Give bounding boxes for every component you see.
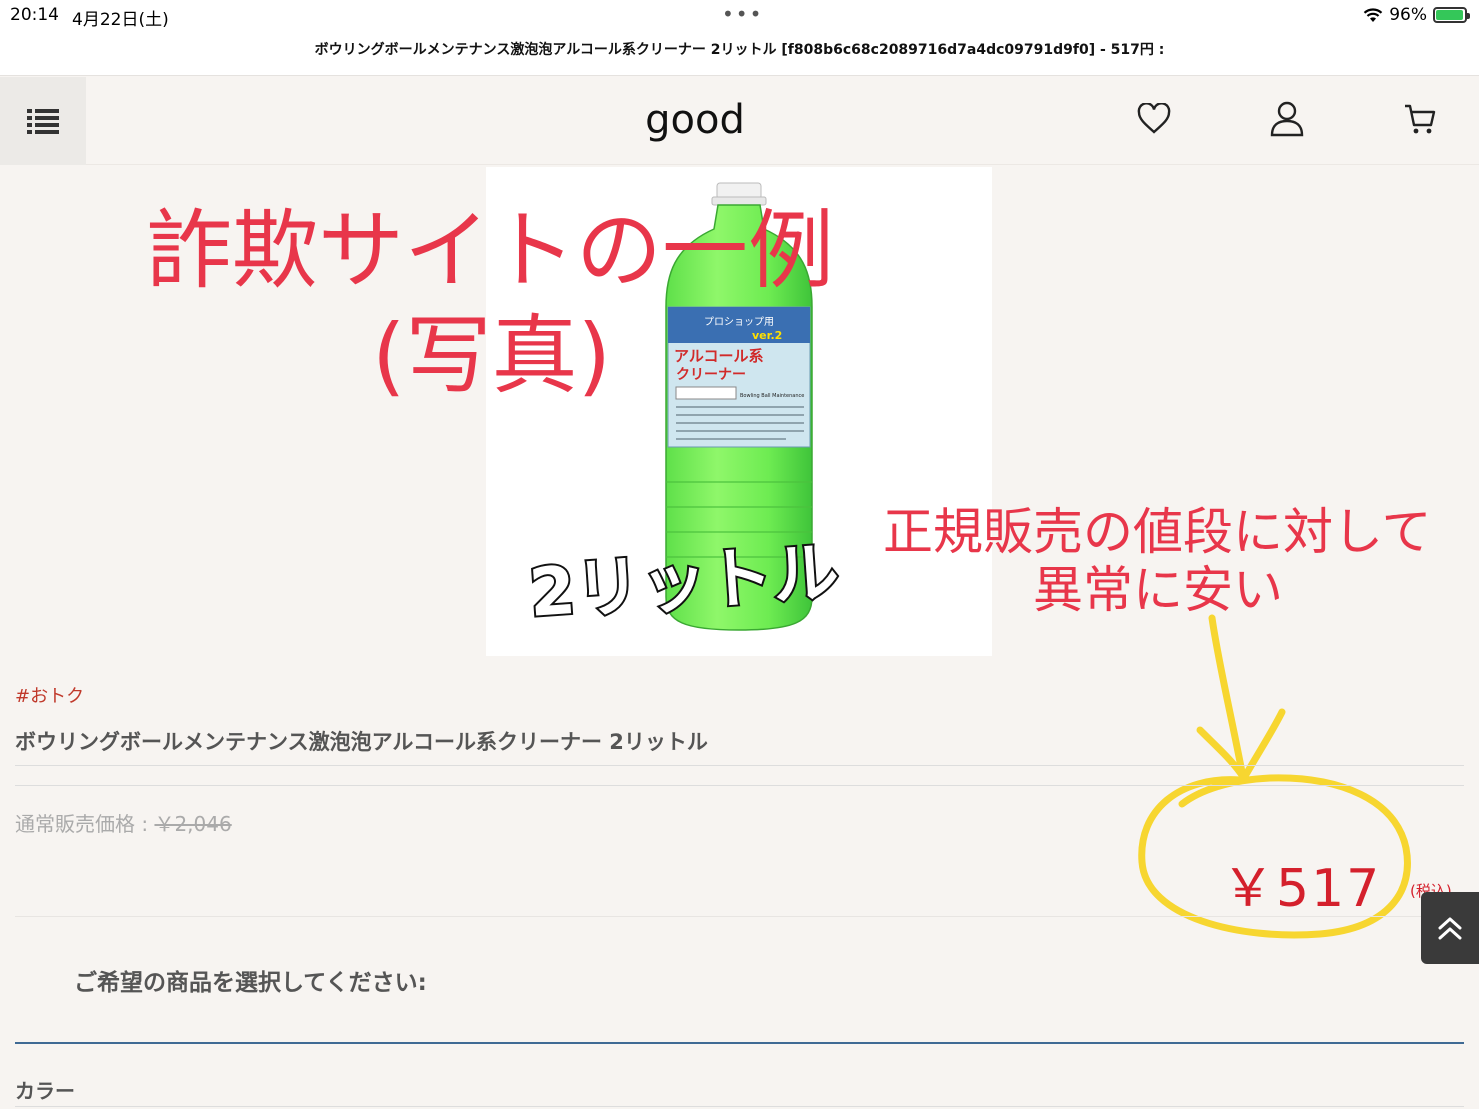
status-bar: 20:14 4月22日(土) ••• 96% <box>0 0 1479 30</box>
cart-button[interactable] <box>1400 99 1440 139</box>
multitask-dots-icon[interactable]: ••• <box>722 2 763 26</box>
product-name: ボウリングボールメンテナンス激泡泡アルコール系クリーナー 2リットル <box>15 730 708 754</box>
divider <box>15 916 1464 917</box>
sale-price: ￥517 <box>1222 859 1382 919</box>
annotation-title-line2: (写真) <box>372 306 612 406</box>
product-tag[interactable]: #おトク <box>15 682 84 708</box>
cart-icon <box>1405 104 1436 134</box>
page-title: ボウリングボールメンテナンス激泡泡アルコール系クリーナー 2リットル [f808… <box>0 30 1479 76</box>
scroll-to-top-button[interactable] <box>1421 892 1479 964</box>
wishlist-button[interactable] <box>1134 99 1174 139</box>
status-date: 4月22日(土) <box>72 10 169 30</box>
bottle-label-ver: ver.2 <box>752 329 782 342</box>
divider <box>15 785 1464 786</box>
heart-icon <box>1137 103 1171 134</box>
double-chevron-up-icon <box>1438 917 1462 940</box>
site-header: good <box>0 77 1479 165</box>
bottle-label-sub: Bowling Ball Maintenance <box>740 393 804 399</box>
bottle-label-main2: クリーナー <box>676 367 746 383</box>
regular-price-value: ￥2,046 <box>154 812 232 836</box>
divider <box>15 765 1464 766</box>
battery-icon <box>1433 7 1470 23</box>
account-button[interactable] <box>1267 99 1307 139</box>
bottle-label-main1: アルコール系 <box>674 347 764 365</box>
color-option-label: カラー <box>15 1079 75 1103</box>
battery-percent: 96% <box>1389 5 1427 25</box>
bottle-label-top: プロショップ用 <box>704 316 774 328</box>
battery-level-fill <box>1436 10 1463 20</box>
section-divider <box>15 1042 1464 1044</box>
user-icon <box>1270 101 1304 137</box>
divider <box>15 1106 1464 1107</box>
regular-price: 通常販売価格 : ￥2,046 <box>15 808 232 837</box>
regular-price-label: 通常販売価格 : <box>15 812 155 836</box>
option-select-prompt: ご希望の商品を選択してください: <box>74 970 427 996</box>
status-time: 20:14 <box>10 5 59 25</box>
status-indicators: 96% <box>1363 5 1470 25</box>
wifi-icon <box>1363 8 1383 22</box>
site-logo[interactable]: good <box>0 97 1390 143</box>
